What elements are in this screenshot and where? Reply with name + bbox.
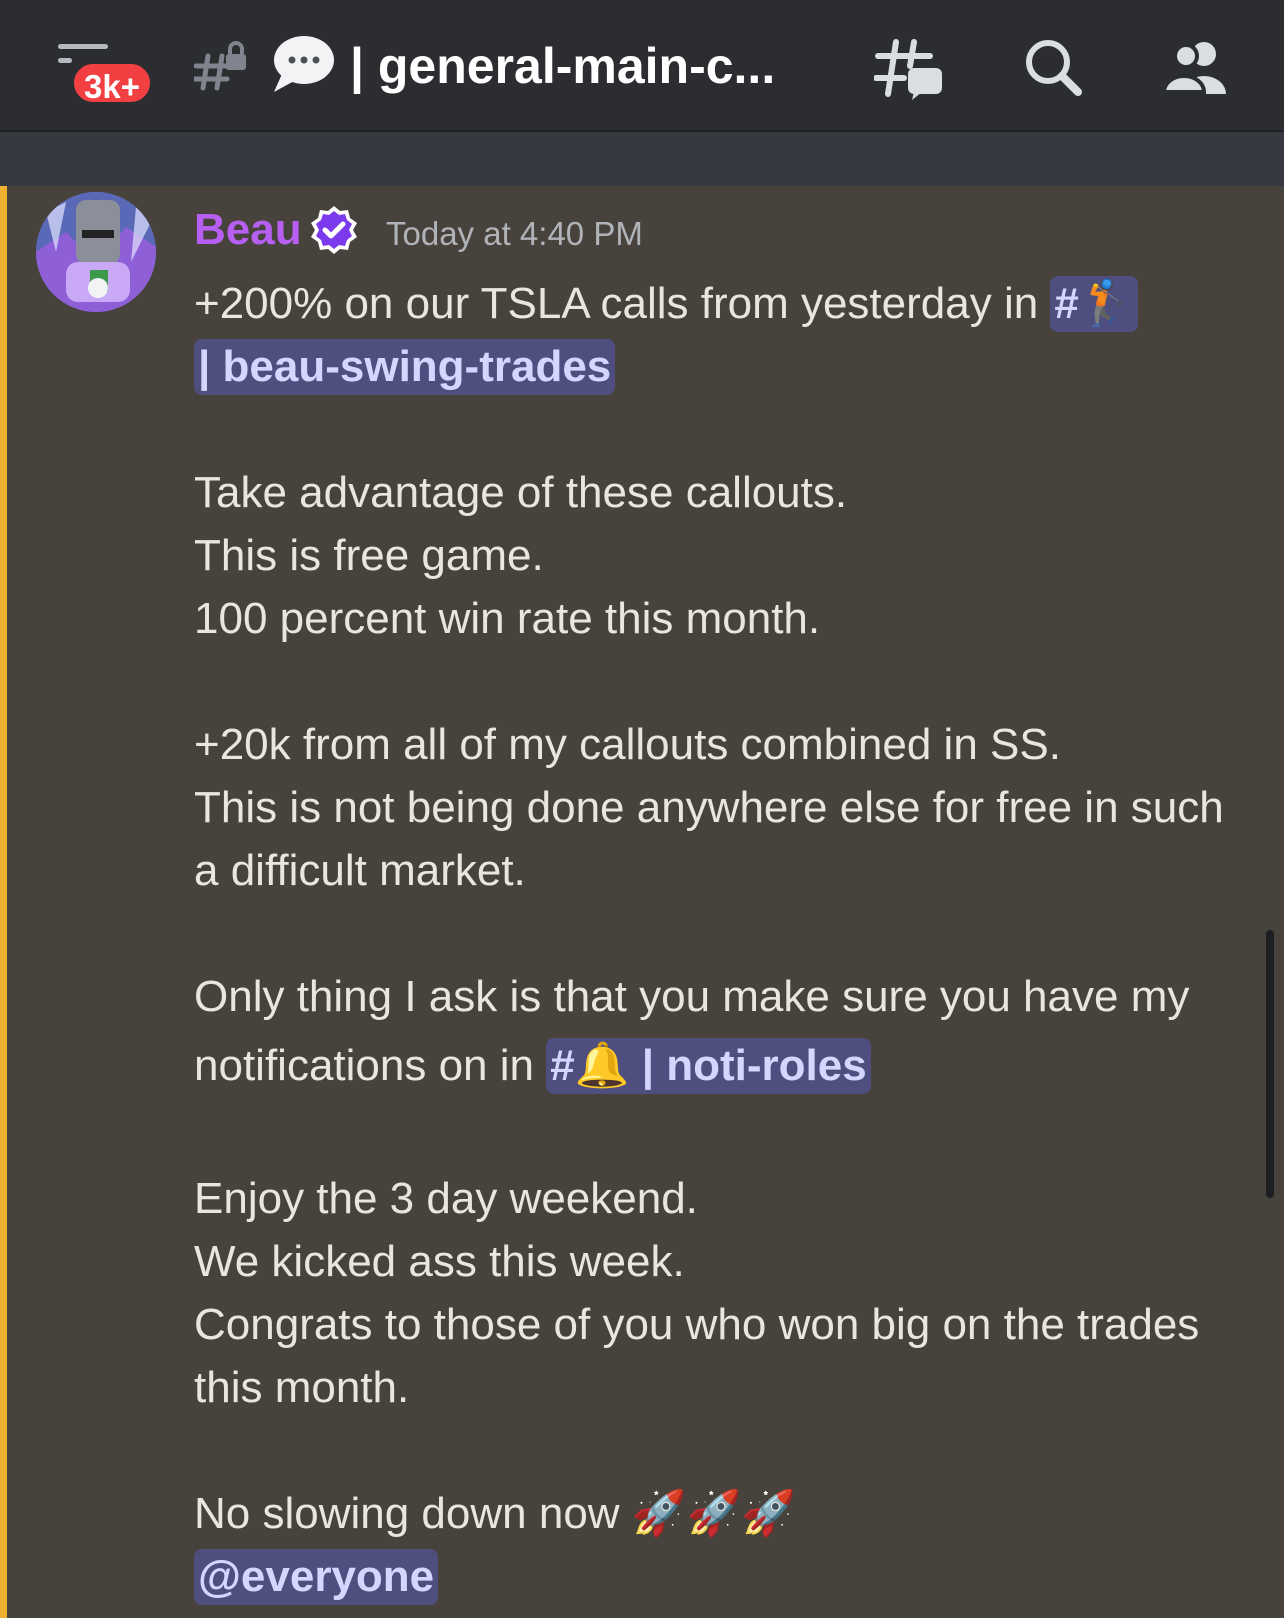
message-line: No slowing down now 🚀🚀🚀	[194, 1489, 797, 1538]
message-line: Only thing I ask is that you make sure y…	[194, 972, 1190, 1021]
message-line: notifications on in #🔔 | noti-roles	[194, 1028, 1254, 1104]
channel-mention-swing-trades-name[interactable]: | beau-swing-trades	[194, 339, 616, 395]
unread-badge: 3k+	[70, 60, 154, 106]
message-line: 100 percent win rate this month.	[194, 594, 821, 643]
members-icon[interactable]	[1160, 36, 1232, 100]
scrollbar[interactable]	[1266, 930, 1274, 1198]
message-line: a difficult market.	[194, 846, 526, 895]
message-line: | beau-swing-trades	[194, 335, 1254, 398]
avatar[interactable]	[36, 192, 156, 312]
message-line: We kicked ass this week.	[194, 1237, 685, 1286]
locked-channel-icon	[194, 41, 246, 91]
message-line: This is not being done anywhere else for…	[194, 783, 1224, 832]
message-line: Take advantage of these callouts.	[194, 468, 848, 517]
message-content: +200% on our TSLA calls from yesterday i…	[194, 272, 1254, 1608]
rocket-emojis: 🚀🚀🚀	[631, 1489, 797, 1538]
channel-header: 3k+ | general-main-c...	[0, 0, 1284, 132]
channel-mention-swing-trades[interactable]: #🏌	[1050, 276, 1138, 332]
everyone-mention[interactable]: @everyone	[194, 1549, 439, 1605]
message-item[interactable]: Beau Today at 4:40 PM +200% on our TSLA …	[0, 186, 1284, 1618]
verified-badge-icon	[311, 206, 357, 254]
message-line: +200% on our TSLA calls from yesterday i…	[194, 272, 1254, 335]
channel-mention-noti-roles[interactable]: #🔔 | noti-roles	[546, 1038, 871, 1094]
message-timestamp: Today at 4:40 PM	[386, 215, 643, 252]
message-line: @everyone	[194, 1545, 1254, 1608]
message-line: +20k from all of my callouts combined in…	[194, 720, 1061, 769]
author-name[interactable]: Beau	[194, 202, 302, 258]
header-spacer	[0, 132, 1284, 186]
threads-icon[interactable]	[874, 36, 946, 100]
mention-highlight-bar	[0, 186, 7, 1618]
search-icon[interactable]	[1020, 36, 1092, 100]
message-line: This is free game.	[194, 531, 544, 580]
message-line: this month.	[194, 1363, 410, 1412]
message-line: Enjoy the 3 day weekend.	[194, 1174, 698, 1223]
channel-title[interactable]: | general-main-c...	[350, 30, 775, 102]
speech-bubble-icon	[274, 36, 334, 92]
message-line: Congrats to those of you who won big on …	[194, 1300, 1200, 1349]
